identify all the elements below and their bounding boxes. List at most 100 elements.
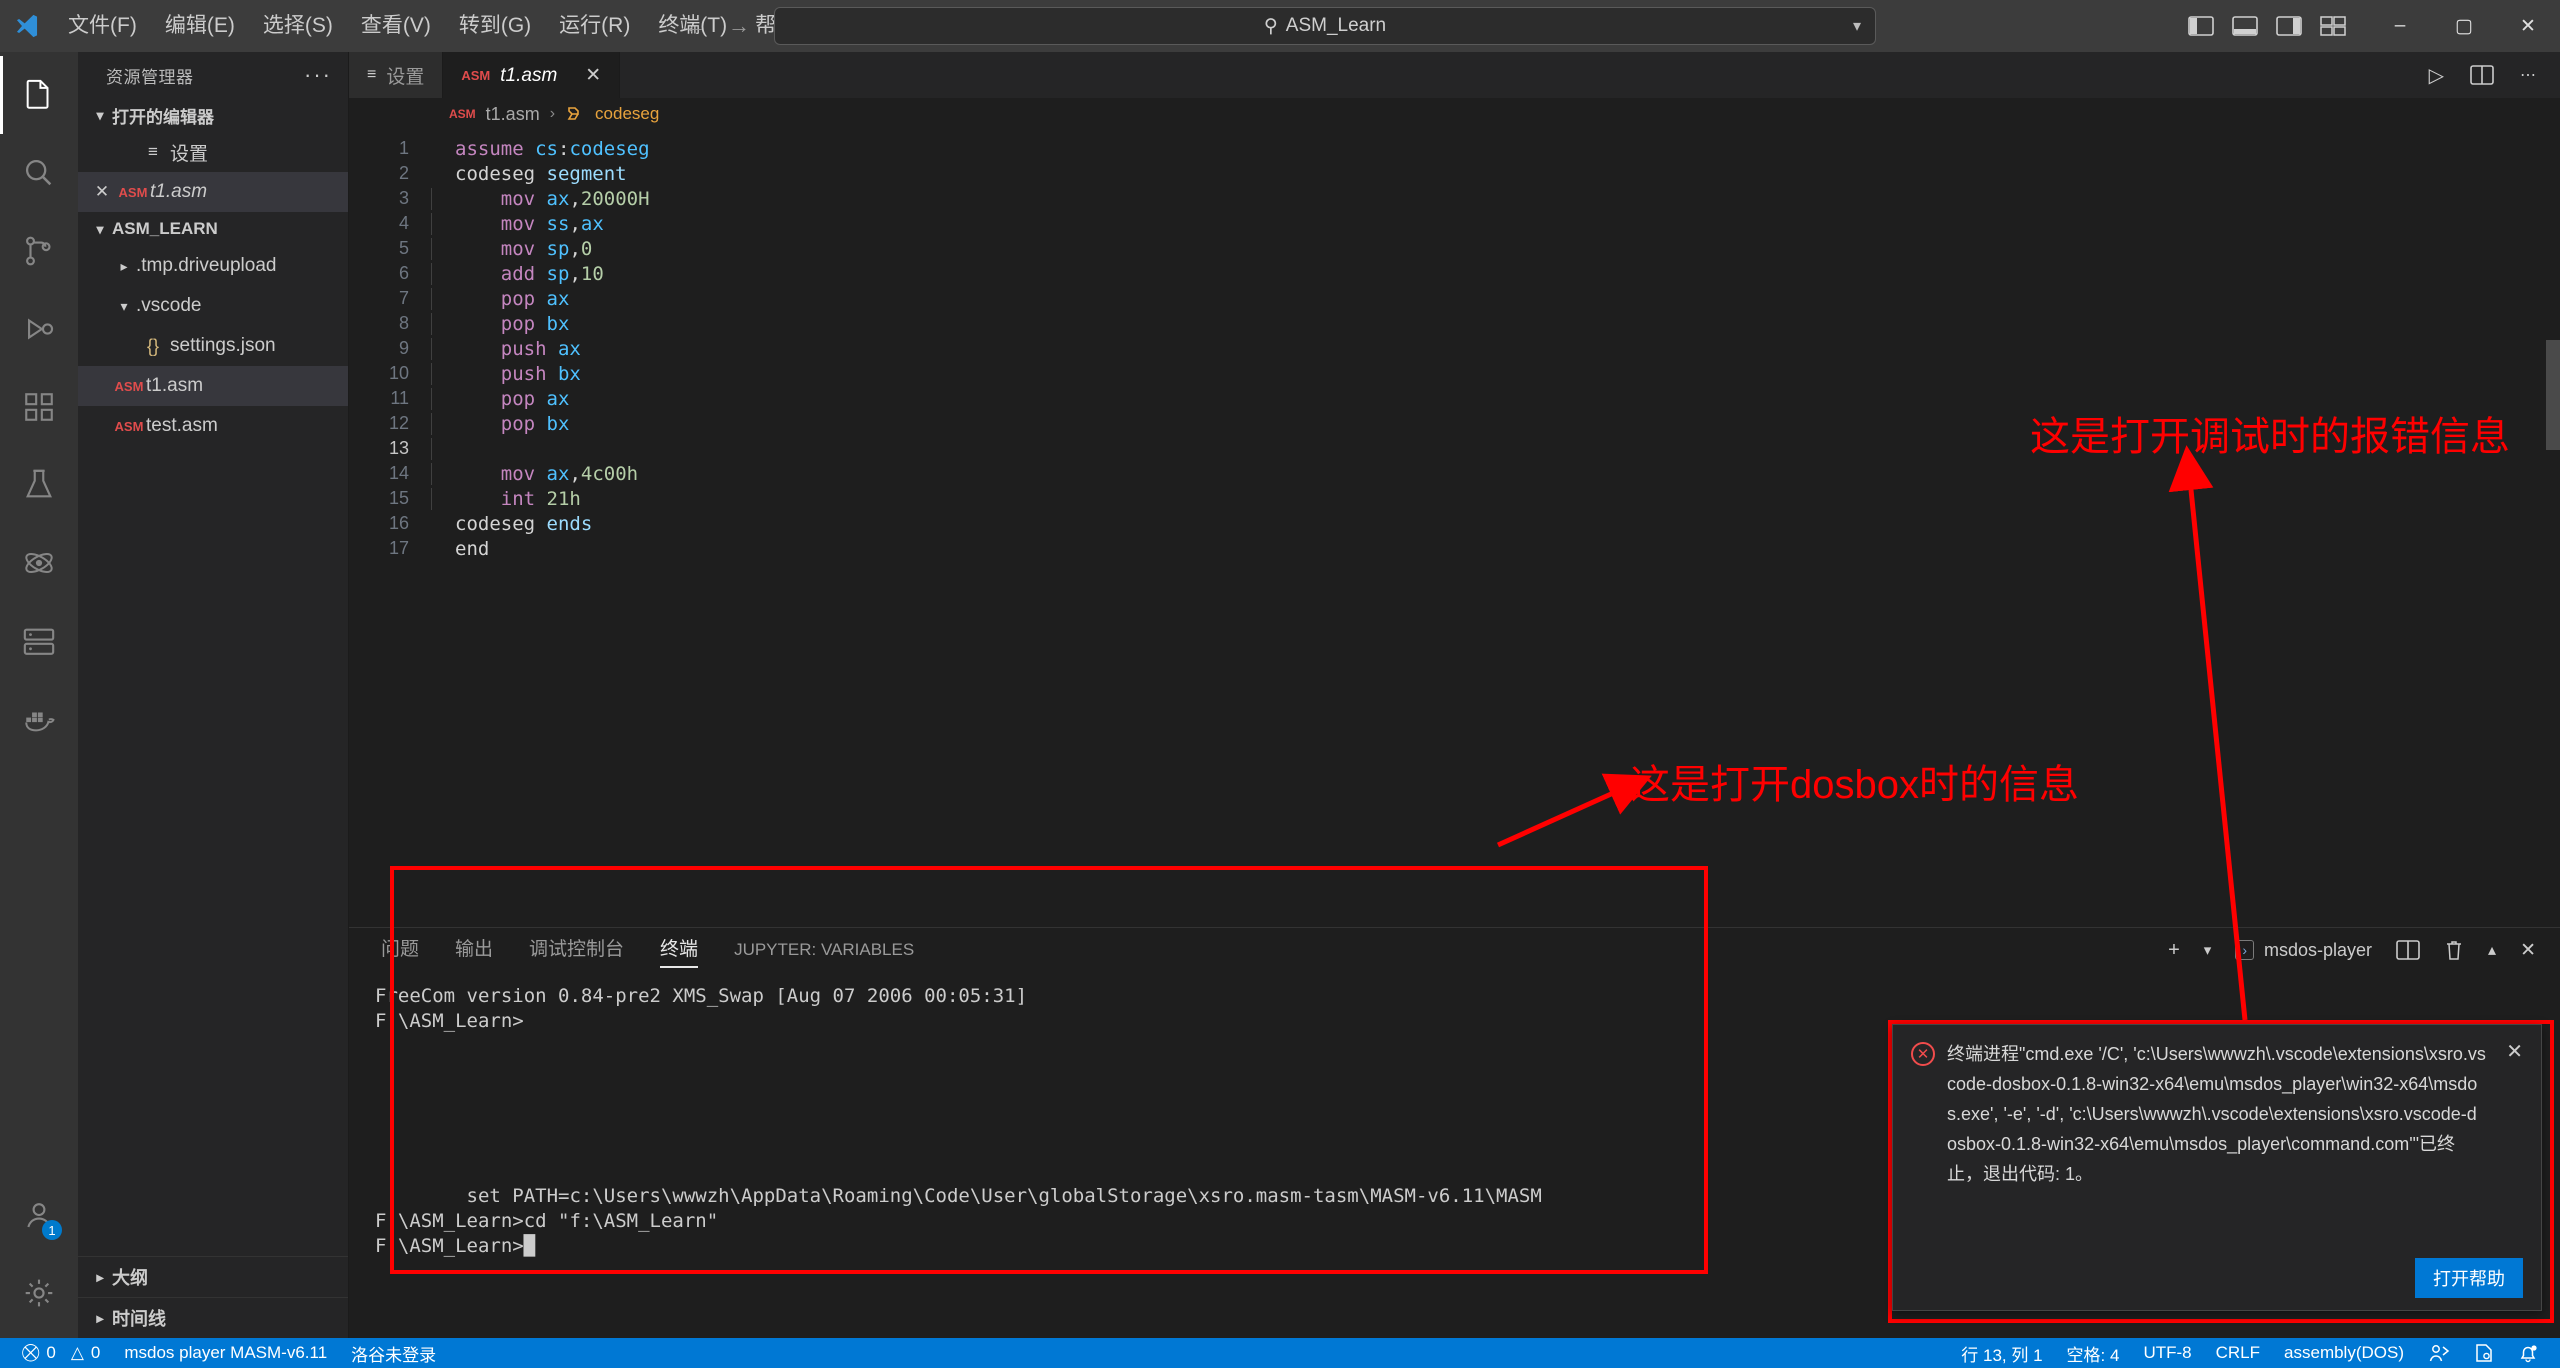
open-editors-label: 打开的编辑器 — [112, 103, 214, 128]
menu-edit[interactable]: 编辑(E) — [151, 0, 249, 52]
close-icon[interactable]: ✕ — [88, 182, 116, 202]
activity-item-run-debug[interactable] — [0, 290, 78, 368]
token — [535, 463, 546, 485]
code-text: assume cs:codeseg — [431, 138, 650, 160]
outline-label: 大纲 — [112, 1264, 148, 1290]
activity-item-accounts[interactable]: 1 — [0, 1176, 78, 1254]
token: add — [501, 263, 535, 285]
feedback-icon[interactable] — [2462, 1338, 2506, 1368]
chevron-up-icon[interactable]: ▴ — [2488, 940, 2496, 960]
code-editor[interactable]: 1assume cs:codeseg2codeseg segment3 mov … — [349, 130, 2560, 927]
toggle-secondary-sidebar-icon[interactable] — [2276, 15, 2302, 37]
activity-item-luogu[interactable] — [0, 524, 78, 602]
chevron-down-icon[interactable]: ▾ — [1853, 16, 1861, 36]
terminal-instance[interactable]: › msdos-player — [2235, 940, 2372, 961]
activity-item-search[interactable] — [0, 134, 78, 212]
chevron-down-icon[interactable]: ▾ — [2204, 941, 2212, 959]
code-text: codeseg segment — [431, 163, 627, 185]
menu-go[interactable]: 转到(G) — [445, 0, 545, 52]
split-terminal-icon[interactable] — [2396, 939, 2420, 961]
live-share-icon[interactable] — [2416, 1338, 2462, 1368]
activity-bar-bottom: 1 — [0, 1176, 78, 1338]
vscode-window: 文件(F) 编辑(E) 选择(S) 查看(V) 转到(G) 运行(R) 终端(T… — [0, 0, 2560, 1368]
bell-dot-icon[interactable] — [2506, 1338, 2550, 1368]
chevron-down-icon[interactable]: ▾ — [112, 298, 136, 315]
activity-item-remote-explorer[interactable] — [0, 602, 78, 680]
tab-output[interactable]: 输出 — [437, 928, 511, 972]
toggle-panel-icon[interactable] — [2232, 15, 2258, 37]
status-masm-version[interactable]: msdos player MASM-v6.11 — [112, 1338, 339, 1368]
code-text: mov ax,4c00h — [431, 463, 638, 485]
menu-selection[interactable]: 选择(S) — [249, 0, 347, 52]
activity-item-docker[interactable] — [0, 680, 78, 758]
command-center-value: ASM_Learn — [1286, 15, 1386, 37]
status-luogu-login[interactable]: 洛谷未登录 — [339, 1338, 448, 1368]
error-icon: ⛒ — [22, 1343, 39, 1363]
close-icon[interactable]: ✕ — [585, 64, 601, 87]
activity-item-manage[interactable] — [0, 1254, 78, 1332]
tree-item-vscode[interactable]: ▾ .vscode — [78, 286, 348, 326]
section-workspace[interactable]: ▾ ASM_LEARN — [78, 212, 348, 246]
close-icon[interactable]: ✕ — [2520, 939, 2536, 962]
breadcrumb-symbol[interactable]: codeseg — [595, 104, 659, 124]
tab-settings[interactable]: ≡ 设置 — [349, 52, 443, 98]
status-problems[interactable]: ⛒ 0 △ 0 — [10, 1338, 112, 1368]
customize-layout-icon[interactable] — [2320, 15, 2346, 37]
editor-scrollbar[interactable] — [2546, 130, 2560, 927]
close-icon[interactable]: ✕ — [2506, 1039, 2523, 1064]
tree-item-tmp-driveupload[interactable]: ▸ .tmp.driveupload — [78, 246, 348, 286]
tab-debug-console[interactable]: 调试控制台 — [511, 928, 642, 972]
code-line: 16codeseg ends — [349, 511, 2560, 536]
line-number: 4 — [349, 213, 431, 234]
arrow-left-icon[interactable]: ← — [684, 13, 706, 39]
tab-problems[interactable]: 问题 — [363, 928, 437, 972]
window-minimize-button[interactable]: – — [2368, 0, 2432, 52]
sidebar-more-actions-icon[interactable]: ··· — [304, 62, 332, 88]
menu-run[interactable]: 运行(R) — [545, 0, 644, 52]
code-line: 3 mov ax,20000H — [349, 186, 2560, 211]
tree-item-settings-json[interactable]: {} settings.json — [78, 326, 348, 366]
plus-icon[interactable]: + — [2168, 939, 2180, 962]
toggle-primary-sidebar-icon[interactable] — [2188, 15, 2214, 37]
menu-file[interactable]: 文件(F) — [54, 0, 151, 52]
terminal-icon: › — [2235, 940, 2254, 960]
activity-item-source-control[interactable] — [0, 212, 78, 290]
activity-item-explorer[interactable] — [0, 56, 78, 134]
status-indentation[interactable]: 空格: 4 — [2055, 1338, 2132, 1368]
section-outline[interactable]: ▸ 大纲 — [78, 1256, 348, 1297]
window-maximize-button[interactable]: ▢ — [2432, 0, 2496, 52]
status-language-mode[interactable]: assembly(DOS) — [2272, 1338, 2416, 1368]
open-help-button[interactable]: 打开帮助 — [2415, 1258, 2523, 1298]
activity-item-extensions[interactable] — [0, 368, 78, 446]
tree-item-label: .vscode — [136, 295, 201, 317]
token — [535, 313, 546, 335]
open-editor-t1asm[interactable]: ✕ ASM t1.asm — [78, 172, 348, 212]
status-eol[interactable]: CRLF — [2204, 1338, 2272, 1368]
menu-view[interactable]: 查看(V) — [347, 0, 445, 52]
activity-item-testing[interactable] — [0, 446, 78, 524]
status-cursor-position[interactable]: 行 13, 列 1 — [1949, 1338, 2054, 1368]
arrow-right-icon[interactable]: → — [728, 13, 750, 39]
code-text: end — [431, 538, 489, 560]
token: int — [501, 488, 535, 510]
tree-item-test-asm[interactable]: ASM test.asm — [78, 406, 348, 446]
command-center[interactable]: ⚲ ASM_Learn ▾ — [774, 7, 1876, 45]
trash-icon[interactable] — [2444, 939, 2464, 961]
window-close-button[interactable]: ✕ — [2496, 0, 2560, 52]
tree-item-t1-asm[interactable]: ASM t1.asm — [78, 366, 348, 406]
sidebar-title: 资源管理器 ··· — [78, 52, 348, 98]
chevron-right-icon[interactable]: ▸ — [112, 258, 136, 275]
tab-t1-asm[interactable]: ASM t1.asm ✕ — [443, 52, 620, 98]
asm-file-icon: ASM — [116, 185, 150, 200]
section-timeline[interactable]: ▸ 时间线 — [78, 1297, 348, 1338]
tab-jupyter-variables[interactable]: JUPYTER: VARIABLES — [716, 928, 932, 972]
section-open-editors[interactable]: ▾ 打开的编辑器 — [78, 98, 348, 132]
status-encoding[interactable]: UTF-8 — [2131, 1338, 2203, 1368]
play-icon[interactable]: ▷ — [2429, 63, 2444, 88]
split-editor-icon[interactable] — [2470, 64, 2494, 86]
line-number: 11 — [349, 388, 431, 409]
tab-terminal[interactable]: 终端 — [642, 928, 716, 972]
open-editor-settings[interactable]: ≡ 设置 — [78, 132, 348, 172]
ellipsis-icon[interactable]: ⋯ — [2520, 65, 2536, 85]
breadcrumb-file[interactable]: t1.asm — [486, 104, 540, 125]
